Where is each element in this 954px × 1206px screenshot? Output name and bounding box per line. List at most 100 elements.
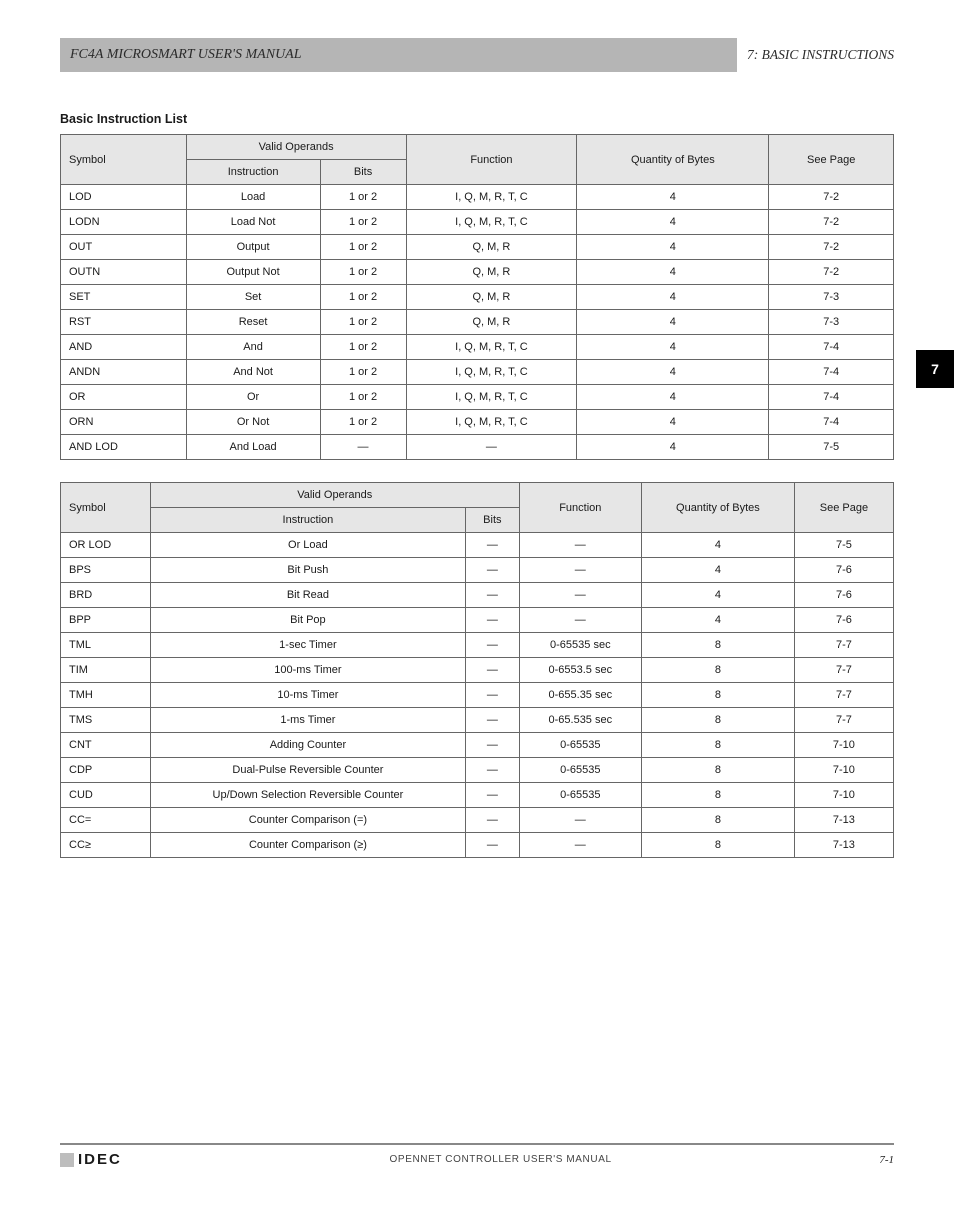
cell-see: 7-13 [794,808,893,833]
col-symbol: Symbol [61,135,187,185]
cell-sym: OUT [61,235,187,260]
cell-see: 7-3 [769,310,894,335]
cell-qty: 4 [577,360,769,385]
instruction-table-1: Symbol Valid Operands Function Quantity … [60,134,894,460]
cell-func: Q, M, R [406,310,577,335]
cell-sym: CUD [61,783,151,808]
cell-see: 7-13 [794,833,893,858]
footer-manual-title: OPENNET CONTROLLER USER'S MANUAL [390,1154,612,1165]
table-row: CUDUp/Down Selection Reversible Counter—… [61,783,894,808]
table-row: BRDBit Read——47-6 [61,583,894,608]
cell-bits: 1 or 2 [320,410,406,435]
cell-func: 0-65535 sec [519,633,641,658]
cell-see: 7-2 [769,235,894,260]
cell-func: — [519,833,641,858]
cell-see: 7-4 [769,360,894,385]
cell-sym: SET [61,285,187,310]
cell-func: Q, M, R [406,285,577,310]
table-row: CDPDual-Pulse Reversible Counter—0-65535… [61,758,894,783]
cell-qty: 8 [641,708,794,733]
table-row: TMS1-ms Timer—0-65.535 sec87-7 [61,708,894,733]
cell-func: I, Q, M, R, T, C [406,410,577,435]
cell-qty: 4 [641,533,794,558]
cell-see: 7-4 [769,385,894,410]
cell-func: — [519,558,641,583]
cell-func: 0-65535 [519,783,641,808]
cell-qty: 8 [641,833,794,858]
cell-bits: — [466,783,520,808]
cell-bits: 1 or 2 [320,235,406,260]
cell-func: — [519,583,641,608]
page-footer: IDEC OPENNET CONTROLLER USER'S MANUAL 7-… [60,1143,894,1168]
cell-see: 7-4 [769,410,894,435]
cell-qty: 4 [577,310,769,335]
table-row: LODNLoad Not1 or 2I, Q, M, R, T, C47-2 [61,210,894,235]
table-row: BPSBit Push——47-6 [61,558,894,583]
table-row: OR LODOr Load——47-5 [61,533,894,558]
cell-bits: 1 or 2 [320,260,406,285]
cell-see: 7-2 [769,185,894,210]
cell-qty: 4 [577,385,769,410]
cell-sym: TIM [61,658,151,683]
cell-instr: Adding Counter [150,733,465,758]
cell-qty: 8 [641,758,794,783]
table-row: BPPBit Pop——47-6 [61,608,894,633]
cell-qty: 8 [641,683,794,708]
cell-bits: 1 or 2 [320,185,406,210]
thumb-tab-number: 7 [931,361,939,377]
cell-qty: 8 [641,733,794,758]
cell-bits: 1 or 2 [320,360,406,385]
cell-bits: — [466,558,520,583]
cell-func: 0-65535 [519,758,641,783]
cell-bits: — [466,808,520,833]
cell-see: 7-2 [769,260,894,285]
table-row: RSTReset1 or 2Q, M, R47-3 [61,310,894,335]
cell-see: 7-6 [794,583,893,608]
table-row: OUTNOutput Not1 or 2Q, M, R47-2 [61,260,894,285]
table-row: OUTOutput1 or 2Q, M, R47-2 [61,235,894,260]
cell-see: 7-2 [769,210,894,235]
cell-qty: 8 [641,808,794,833]
cell-see: 7-10 [794,733,893,758]
cell-func: 0-65535 [519,733,641,758]
chapter-label: 7: BASIC INSTRUCTIONS [747,47,894,63]
col-bits: Bits [466,508,520,533]
cell-func: Q, M, R [406,235,577,260]
cell-sym: TMS [61,708,151,733]
cell-bits: 1 or 2 [320,310,406,335]
cell-instr: Set [186,285,320,310]
cell-see: 7-5 [794,533,893,558]
cell-instr: Up/Down Selection Reversible Counter [150,783,465,808]
cell-func: Q, M, R [406,260,577,285]
cell-instr: Bit Push [150,558,465,583]
cell-qty: 4 [577,210,769,235]
cell-sym: CDP [61,758,151,783]
cell-see: 7-4 [769,335,894,360]
cell-func: — [519,808,641,833]
cell-qty: 4 [641,608,794,633]
cell-sym: LODN [61,210,187,235]
col-instruction: Instruction [186,160,320,185]
cell-func: — [519,533,641,558]
cell-sym: TML [61,633,151,658]
cell-see: 7-6 [794,608,893,633]
cell-instr: 100-ms Timer [150,658,465,683]
cell-sym: CNT [61,733,151,758]
cell-see: 7-3 [769,285,894,310]
cell-func: I, Q, M, R, T, C [406,185,577,210]
cell-qty: 4 [641,583,794,608]
cell-sym: OR [61,385,187,410]
cell-func: I, Q, M, R, T, C [406,360,577,385]
cell-qty: 4 [577,335,769,360]
cell-bits: — [466,583,520,608]
cell-instr: Bit Read [150,583,465,608]
col-see: See Page [794,483,893,533]
instruction-table-2: Symbol Valid Operands Function Quantity … [60,482,894,858]
table-row: SETSet1 or 2Q, M, R47-3 [61,285,894,310]
cell-sym: CC= [61,808,151,833]
cell-instr: Or Load [150,533,465,558]
cell-bits: — [466,758,520,783]
cell-qty: 4 [641,558,794,583]
col-function: Function [519,483,641,533]
cell-sym: ANDN [61,360,187,385]
